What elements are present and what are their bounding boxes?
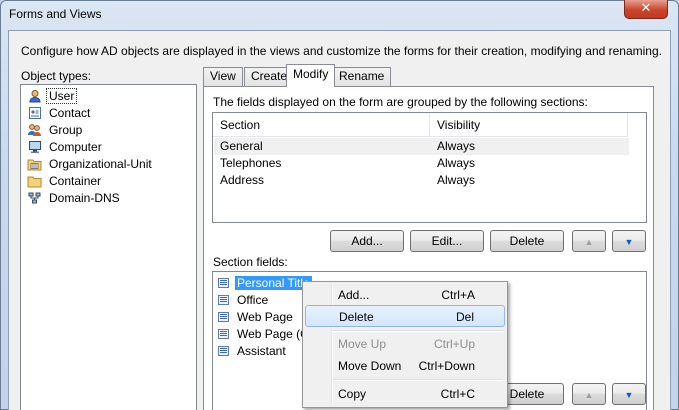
- object-type-user[interactable]: User: [27, 87, 78, 104]
- context-menu-copy[interactable]: Copy Ctrl+C: [305, 383, 505, 405]
- section-visibility: Always: [437, 173, 476, 187]
- column-header-section[interactable]: Section: [213, 113, 430, 137]
- section-field-item[interactable]: Assistant: [218, 342, 288, 359]
- delete-section-button-label: Delete: [509, 234, 545, 248]
- tab-modify[interactable]: Modify: [286, 64, 336, 87]
- section-field-label: Web Page: [237, 309, 293, 324]
- menu-item-label: Delete: [339, 310, 374, 324]
- delete-section-button[interactable]: Delete: [490, 230, 564, 252]
- arrow-up-icon: ▲: [584, 390, 594, 400]
- object-type-label: Group: [49, 122, 83, 137]
- move-field-up-button[interactable]: ▲: [572, 383, 606, 405]
- section-field-item[interactable]: Web Page: [218, 308, 295, 325]
- section-row[interactable]: Address Always: [214, 172, 629, 189]
- context-menu-move-up[interactable]: Move Up Ctrl+Up: [305, 333, 505, 355]
- section-field-label: Assistant: [237, 343, 286, 358]
- field-icon: [218, 311, 229, 322]
- object-type-organizational-unit[interactable]: Organizational-Unit: [27, 155, 154, 172]
- menu-item-label: Move Up: [338, 337, 387, 351]
- menu-item-label: Copy: [338, 387, 367, 401]
- object-type-label: Domain-DNS: [49, 190, 120, 205]
- section-row[interactable]: Telephones Always: [214, 155, 629, 172]
- menu-item-shortcut: Ctrl+Up: [433, 337, 475, 351]
- context-menu: Add... Ctrl+A Delete Del Move Up Ctrl+Up…: [302, 281, 508, 408]
- column-header-visibility[interactable]: Visibility: [430, 113, 628, 137]
- object-type-label: Container: [49, 173, 102, 188]
- edit-section-button-label: Edit...: [431, 234, 463, 248]
- context-menu-separator: [333, 330, 503, 332]
- arrow-down-icon: ▼: [624, 390, 634, 400]
- object-type-label: User: [45, 87, 78, 104]
- delete-field-button-label: Delete: [509, 387, 545, 401]
- section-row[interactable]: General Always: [214, 138, 629, 155]
- computer-icon: [27, 140, 42, 154]
- menu-item-shortcut: Del: [455, 310, 474, 324]
- tab-rename[interactable]: Rename: [332, 67, 392, 86]
- sections-list[interactable]: Section Visibility General Always Teleph…: [212, 112, 647, 223]
- object-type-contact[interactable]: Contact: [27, 104, 92, 121]
- menu-item-label: Add...: [338, 288, 370, 302]
- section-field-label: Office: [237, 292, 269, 307]
- tab-view[interactable]: View: [203, 67, 243, 86]
- user-icon: [27, 89, 42, 103]
- section-visibility: Always: [437, 139, 476, 153]
- menu-item-label: Move Down: [338, 359, 402, 373]
- object-types-label: Object types:: [21, 69, 92, 83]
- object-type-label: Contact: [49, 105, 91, 120]
- section-field-label: Personal Title: [235, 275, 312, 290]
- menu-item-shortcut: Ctrl+Down: [418, 359, 475, 373]
- section-field-item[interactable]: Personal Title: [218, 274, 312, 291]
- group-icon: [27, 123, 42, 137]
- context-menu-delete[interactable]: Delete Del: [305, 305, 505, 327]
- organizational-unit-icon: [27, 157, 42, 171]
- object-types-list[interactable]: User Contact Group Computer Organization…: [20, 84, 197, 410]
- field-icon: [218, 294, 229, 305]
- dialog-description: Configure how AD objects are displayed i…: [21, 44, 662, 58]
- object-type-label: Computer: [49, 139, 102, 154]
- context-menu-separator: [333, 379, 503, 381]
- object-type-group[interactable]: Group: [27, 121, 84, 138]
- object-type-label: Organizational-Unit: [49, 156, 152, 171]
- contact-icon: [27, 106, 42, 120]
- object-type-container[interactable]: Container: [27, 172, 103, 189]
- add-section-button-label: Add...: [351, 234, 383, 248]
- add-section-button[interactable]: Add...: [330, 230, 404, 252]
- section-name: Telephones: [220, 156, 282, 170]
- move-section-down-button[interactable]: ▼: [612, 230, 646, 252]
- section-visibility: Always: [437, 156, 476, 170]
- field-icon: [218, 277, 229, 288]
- move-section-up-button[interactable]: ▲: [572, 230, 606, 252]
- context-menu-move-down[interactable]: Move Down Ctrl+Down: [305, 355, 505, 377]
- window-title: Forms and Views: [9, 7, 102, 21]
- edit-section-button[interactable]: Edit...: [410, 230, 484, 252]
- menu-item-shortcut: Ctrl+C: [440, 387, 475, 401]
- container-icon: [27, 174, 42, 188]
- move-field-down-button[interactable]: ▼: [612, 383, 646, 405]
- object-type-domain-dns[interactable]: Domain-DNS: [27, 189, 122, 206]
- section-name: General: [220, 139, 263, 153]
- domain-dns-icon: [27, 191, 42, 205]
- section-name: Address: [220, 173, 265, 187]
- sections-description: The fields displayed on the form are gro…: [213, 95, 588, 109]
- section-field-item[interactable]: Web Page (Ot: [218, 325, 315, 342]
- section-field-item[interactable]: Office: [218, 291, 270, 308]
- context-menu-add[interactable]: Add... Ctrl+A: [305, 284, 505, 306]
- object-type-computer[interactable]: Computer: [27, 138, 104, 155]
- section-fields-label: Section fields:: [213, 255, 288, 269]
- close-button[interactable]: ✕: [624, 0, 668, 19]
- field-icon: [218, 328, 229, 339]
- arrow-down-icon: ▼: [624, 237, 634, 247]
- arrow-up-icon: ▲: [584, 237, 594, 247]
- menu-item-shortcut: Ctrl+A: [441, 288, 475, 302]
- field-icon: [218, 345, 229, 356]
